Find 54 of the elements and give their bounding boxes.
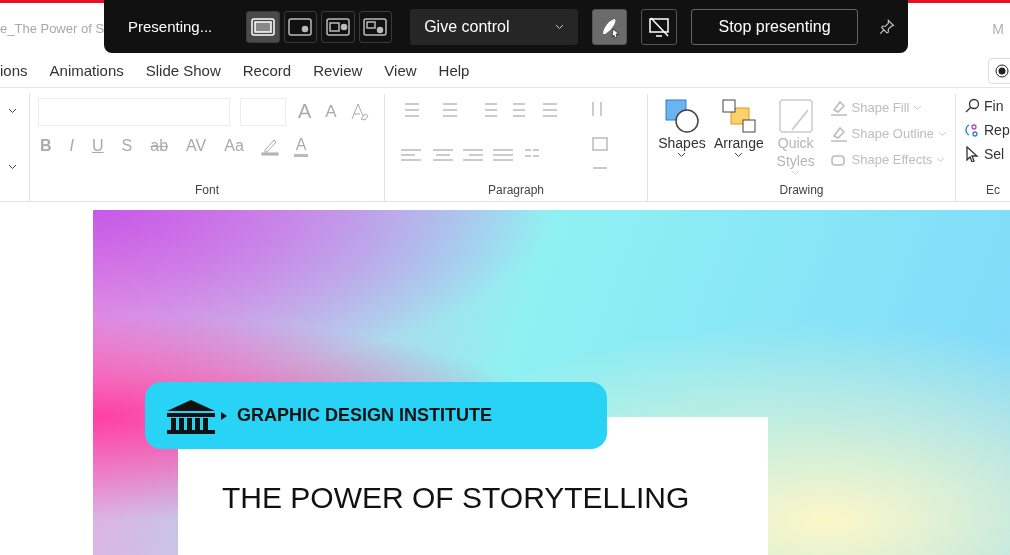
chevron-down-icon [734, 151, 744, 158]
layout-icon [288, 17, 313, 36]
slide-title: THE POWER OF STORYTELLING [222, 481, 690, 514]
group-label: Font [195, 183, 219, 197]
shapes-button[interactable]: Shapes [656, 97, 708, 179]
pin-icon[interactable] [878, 17, 896, 36]
ribbon-tab[interactable]: Record [231, 61, 303, 79]
chevron-down-icon [913, 104, 923, 111]
ribbon-tab[interactable]: View [373, 61, 428, 79]
chevron-down-icon [554, 23, 564, 30]
chevron-down-icon [8, 163, 17, 170]
cursor-icon [964, 145, 980, 162]
layout-button[interactable] [321, 10, 355, 43]
layout-button[interactable] [358, 10, 393, 43]
ribbon-tab[interactable]: Review [302, 61, 374, 79]
annotate-button[interactable] [591, 8, 628, 45]
select-button[interactable]: Sel [964, 145, 1010, 162]
group-label: Ec [986, 183, 1000, 197]
chevron-down-icon [938, 130, 947, 137]
ribbon-tab[interactable]: Animations [38, 61, 135, 79]
find-button[interactable]: Fin [964, 97, 1010, 114]
record-icon [995, 64, 1009, 79]
presenting-status: Presenting... [128, 18, 213, 35]
chevron-down-icon [791, 169, 801, 176]
arrange-button[interactable]: Arrange [711, 97, 766, 179]
account-initials[interactable]: M [992, 20, 1004, 37]
replace-icon [964, 121, 980, 138]
stop-sharing-screen-button[interactable] [641, 8, 677, 45]
arrange-icon [720, 97, 757, 134]
document-title: e_The Power of S [0, 21, 105, 37]
crossed-screen-icon [648, 15, 671, 38]
group-label: Drawing [779, 183, 824, 197]
chevron-down-icon [677, 151, 687, 158]
brush-icon [777, 97, 814, 134]
pen-icon [829, 125, 848, 142]
brand-name: GRAPHIC DESIGN INSTITUTE [237, 405, 492, 426]
pen-icon [829, 99, 848, 116]
stop-presenting-button[interactable]: Stop presenting [690, 8, 859, 45]
ribbon-tab[interactable]: ions [0, 61, 39, 79]
replace-button[interactable]: Rep [964, 121, 1010, 138]
group-label: Paragraph [487, 183, 544, 197]
layout-button[interactable] [246, 10, 280, 43]
layout-icon [363, 17, 388, 36]
ribbon-tab[interactable]: Slide Show [134, 61, 232, 79]
layout-icon [250, 17, 275, 36]
record-button[interactable] [988, 58, 1010, 85]
chevron-down-icon [8, 107, 17, 114]
search-icon [964, 97, 980, 114]
layout-icon [325, 17, 350, 36]
shapes-icon [663, 97, 700, 134]
layout-button[interactable] [283, 10, 318, 43]
ribbon-tab[interactable]: Help [427, 61, 481, 79]
chevron-down-icon [936, 156, 946, 163]
give-control-dropdown[interactable]: Give control [410, 8, 578, 45]
